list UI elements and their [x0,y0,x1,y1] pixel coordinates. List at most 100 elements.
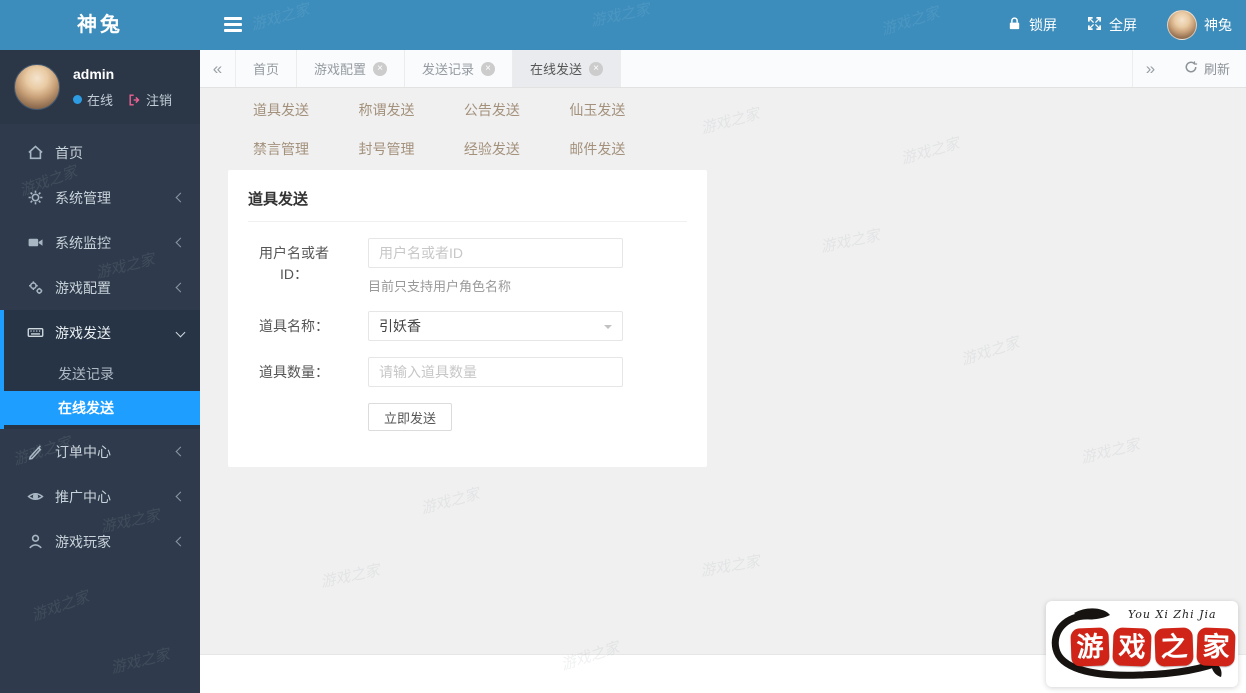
item-name-row: 道具名称： 引妖香 [248,311,687,341]
online-dot-icon [73,95,82,104]
sidebar-item-system-admin[interactable]: 系统管理 [0,175,200,220]
subtab-ban-manage[interactable]: 封号管理 [358,139,459,159]
chevron-down-icon [175,327,186,338]
online-status-label: 在线 [87,93,114,108]
profile-block: admin 在线 注销 [0,50,200,124]
item-name-select[interactable]: 引妖香 [368,311,623,341]
item-name-selected-value: 引妖香 [379,318,421,334]
profile-name: admin [73,66,115,82]
gear-icon [27,189,44,206]
tab-label: 首页 [253,62,280,77]
hamburger-menu-icon[interactable] [224,17,244,33]
tab-close-icon[interactable]: × [373,61,388,76]
subtab-mail-send[interactable]: 邮件发送 [569,139,670,159]
brush-icon [27,443,44,460]
game-send-submenu: 发送记录 在线发送 [0,355,200,425]
tab-home[interactable]: 首页 [236,50,298,87]
profile-info: admin 在线 注销 [73,64,172,124]
item-name-label: 道具名称： [259,318,329,334]
sidebar-item-label: 游戏配置 [55,279,111,296]
chevron-left-icon [175,237,186,248]
subtab-title-send[interactable]: 称谓发送 [358,100,459,120]
refresh-icon [1184,60,1198,77]
avatar[interactable] [14,64,60,110]
tab-game-config[interactable]: 游戏配置 × [297,50,406,87]
sidebar-item-game-config[interactable]: 游戏配置 [0,265,200,310]
youxizhijia-logo-badge: You Xi Zhi Jia 游 戏 之 家 [1046,601,1238,687]
tab-online-send[interactable]: 在线发送 × [513,50,622,87]
quantity-field-wrap [368,357,623,387]
tabs-scroll-right-button[interactable]: » [1131,50,1168,87]
sidebar-item-game-send[interactable]: 游戏发送 [4,310,200,355]
username-input[interactable] [368,238,623,268]
tab-close-icon[interactable]: × [589,61,604,76]
main-content: 道具发送 称谓发送 公告发送 仙玉发送 禁言管理 封号管理 经验发送 邮件发送 … [200,88,1246,654]
username-hint: 目前只支持用户角色名称 [368,279,512,294]
fullscreen-button[interactable]: 全屏 [1087,15,1137,35]
chevron-left-icon [175,192,186,203]
username-row: 用户名或者ID： 目前只支持用户角色名称 [248,238,687,295]
double-chevron-left-icon: « [212,58,223,78]
seal-char: 家 [1196,627,1236,667]
subtab-item-send[interactable]: 道具发送 [253,100,354,120]
tabs-scroll-left-button[interactable]: « [200,50,236,87]
logout-label: 注销 [146,93,173,108]
username-field-wrap: 目前只支持用户角色名称 [368,238,623,295]
lock-screen-button[interactable]: 锁屏 [1007,15,1057,35]
send-now-button[interactable]: 立即发送 [368,403,453,431]
subtab-bar: 道具发送 称谓发送 公告发送 仙玉发送 禁言管理 封号管理 经验发送 邮件发送 [200,88,1246,167]
top-bar: 神兔 锁屏 全屏 神兔 [0,0,1246,50]
tab-label: 在线发送 [530,62,583,77]
subtab-exp-send[interactable]: 经验发送 [464,139,565,159]
sidebar-item-home[interactable]: 首页 [0,130,200,175]
item-name-field-wrap: 引妖香 [368,311,623,341]
subtab-announce-send[interactable]: 公告发送 [464,100,565,120]
quantity-input[interactable] [368,357,623,387]
sidebar-item-send-records[interactable]: 发送记录 [4,357,200,391]
sidebar-item-label: 推广中心 [55,488,111,505]
submit-row-spacer [248,403,340,431]
sidebar-item-label: 游戏发送 [55,324,111,341]
refresh-button[interactable]: 刷新 [1168,50,1246,87]
topbar-username: 神兔 [1204,17,1232,33]
tab-send-records[interactable]: 发送记录 × [405,50,514,87]
sidebar-menu: 首页 系统管理 系统监控 游戏配置 游戏发送 发送记录 在线发送 订单中心 推广… [0,124,200,564]
quantity-row: 道具数量： [248,357,687,387]
topbar-right-controls: 锁屏 全屏 神兔 [1007,0,1232,50]
user-menu[interactable]: 神兔 [1167,10,1232,40]
chevron-left-icon [175,536,186,547]
tab-close-icon[interactable]: × [481,61,496,76]
sidebar-item-label: 首页 [55,144,83,161]
user-icon [27,533,44,550]
sidebar-item-order-center[interactable]: 订单中心 [0,429,200,474]
sidebar-item-game-players[interactable]: 游戏玩家 [0,519,200,564]
chevron-left-icon [175,282,186,293]
chevron-left-icon [175,491,186,502]
sidebar-item-promotion-center[interactable]: 推广中心 [0,474,200,519]
sidebar-item-label: 订单中心 [55,443,111,460]
sidebar-item-label: 游戏玩家 [55,533,111,550]
subtab-mute-manage[interactable]: 禁言管理 [253,139,354,159]
subtab-jade-send[interactable]: 仙玉发送 [569,100,670,120]
sidebar-item-label: 系统监控 [55,234,111,251]
eye-icon [27,488,44,505]
lock-screen-label: 锁屏 [1029,17,1057,33]
sidebar-group-game-send: 游戏发送 发送记录 在线发送 [0,310,200,429]
item-send-panel: 道具发送 用户名或者ID： 目前只支持用户角色名称 道具名称： 引妖香 [228,170,707,467]
app-logo-title: 神兔 [77,14,123,36]
submit-row: 立即发送 [248,403,687,431]
sidebar-item-system-monitor[interactable]: 系统监控 [0,220,200,265]
sidebar-item-label: 系统管理 [55,189,111,206]
seal-char: 之 [1154,627,1194,667]
logout-button[interactable]: 注销 [128,90,172,109]
submit-field-wrap: 立即发送 [368,403,453,431]
profile-status: 在线 注销 [73,90,172,109]
sidebar: admin 在线 注销 首页 系统管理 系统监控 游戏配置 游戏发送 发送记录 … [0,50,200,693]
lock-icon [1007,16,1022,34]
cogs-icon [27,279,44,296]
subtab-row-2: 禁言管理 封号管理 经验发送 邮件发送 [253,139,1246,167]
sidebar-item-online-send[interactable]: 在线发送 [0,391,200,425]
fullscreen-label: 全屏 [1109,17,1137,33]
tab-label: 游戏配置 [314,62,367,77]
logo-pinyin-text: You Xi Zhi Jia [1128,608,1217,621]
